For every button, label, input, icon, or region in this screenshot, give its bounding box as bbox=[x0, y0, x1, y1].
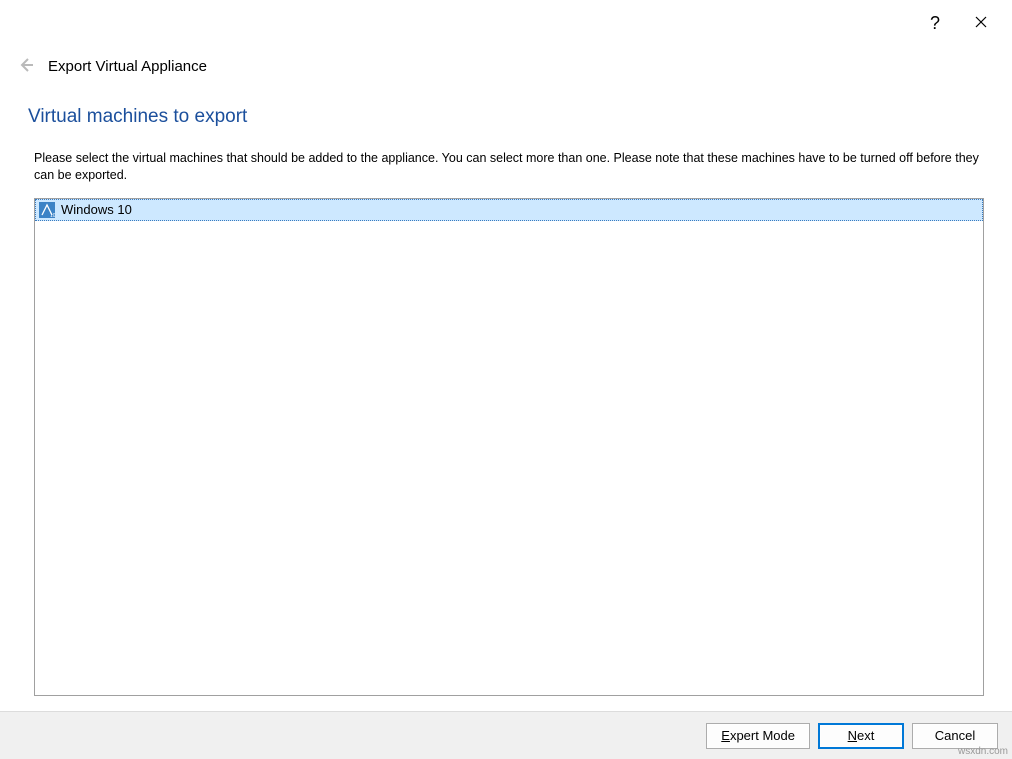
vm-icon: 10 bbox=[39, 202, 55, 218]
help-icon: ? bbox=[930, 13, 940, 34]
back-button[interactable] bbox=[14, 54, 38, 78]
button-label: Next bbox=[848, 728, 875, 743]
wizard-content: Virtual machines to export Please select… bbox=[0, 86, 1012, 706]
section-description: Please select the virtual machines that … bbox=[28, 150, 984, 184]
vm-list-item[interactable]: 10 Windows 10 bbox=[35, 199, 983, 221]
wizard-title: Export Virtual Appliance bbox=[48, 58, 207, 75]
section-heading: Virtual machines to export bbox=[28, 106, 984, 128]
wizard-footer: Expert Mode Next Cancel bbox=[0, 711, 1012, 759]
next-button[interactable]: Next bbox=[818, 723, 904, 749]
close-button[interactable] bbox=[958, 8, 1004, 38]
back-arrow-icon bbox=[17, 56, 35, 77]
button-label: Expert Mode bbox=[721, 728, 795, 743]
titlebar: ? bbox=[0, 0, 1012, 40]
vm-item-label: Windows 10 bbox=[61, 202, 132, 217]
expert-mode-button[interactable]: Expert Mode bbox=[706, 723, 810, 749]
svg-text:10: 10 bbox=[50, 213, 55, 218]
close-icon bbox=[975, 15, 987, 32]
watermark: wsxdn.com bbox=[958, 746, 1008, 757]
help-button[interactable]: ? bbox=[912, 8, 958, 38]
button-label: Cancel bbox=[935, 728, 975, 743]
wizard-header: Export Virtual Appliance bbox=[0, 40, 1012, 86]
vm-list[interactable]: 10 Windows 10 bbox=[34, 198, 984, 696]
cancel-button[interactable]: Cancel bbox=[912, 723, 998, 749]
